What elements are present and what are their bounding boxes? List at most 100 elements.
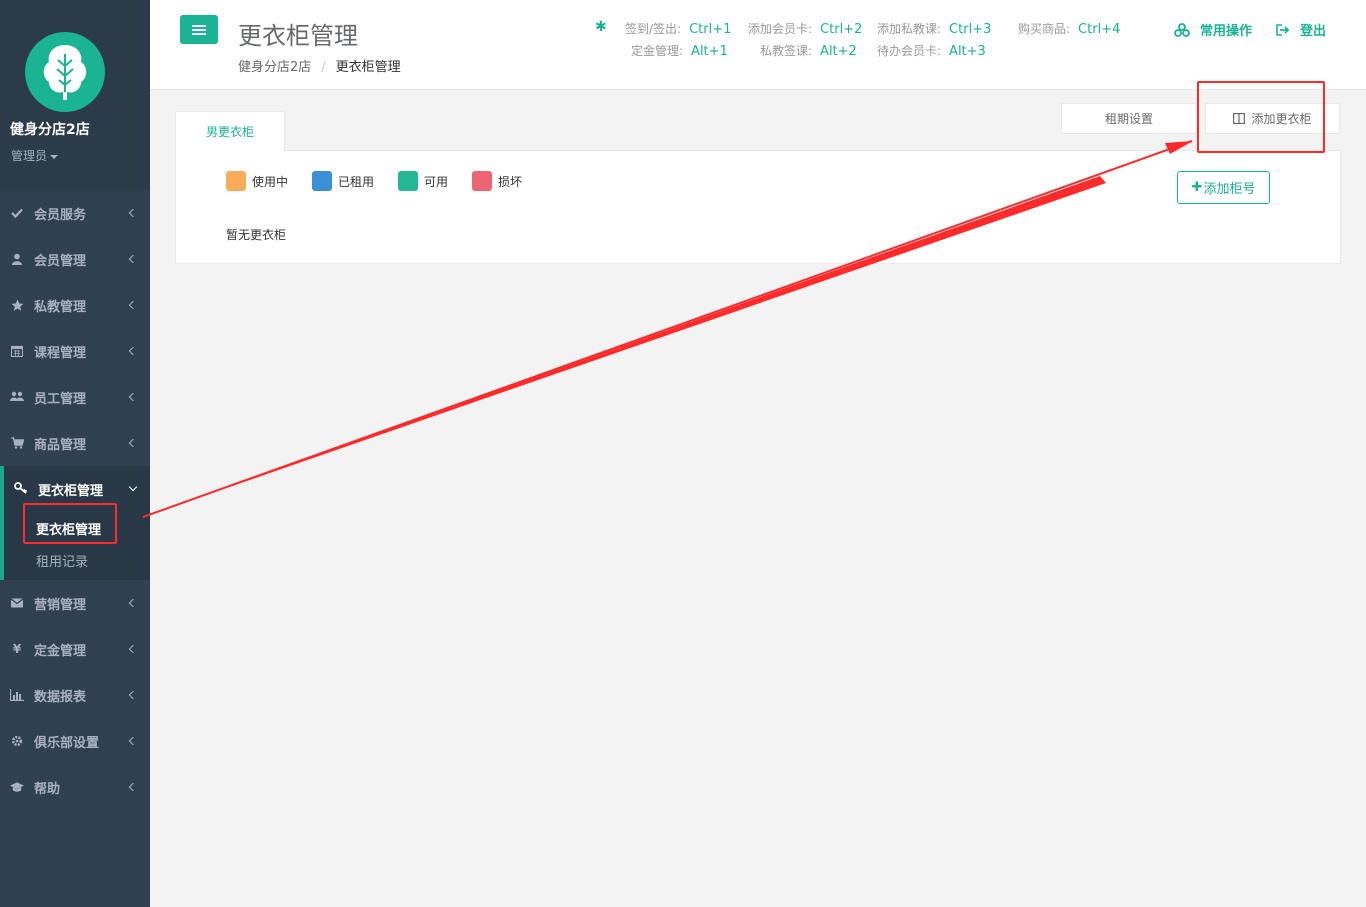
sign-out-icon xyxy=(1276,23,1290,36)
user-icon xyxy=(10,252,24,266)
legend-label: 已租用 xyxy=(338,174,375,189)
sidebar-item-label: 私教管理 xyxy=(34,299,87,315)
top-links: 常用操作 登出 xyxy=(1174,20,1326,39)
legend-label: 损坏 xyxy=(498,174,523,189)
bar-chart-icon xyxy=(10,688,24,702)
sidebar-item-help[interactable]: 帮助 xyxy=(0,764,150,810)
calendar-icon xyxy=(10,344,24,358)
breadcrumb-store[interactable]: 健身分店2店 xyxy=(238,60,311,75)
shortcut-add-private: 添加私教课: Ctrl+3 xyxy=(877,22,992,37)
sidebar-item-locker-head[interactable]: 更衣柜管理 xyxy=(14,466,150,512)
profile-panel: 健身分店2店 管理员 xyxy=(0,0,150,190)
chevron-left-icon xyxy=(128,208,138,218)
cubes-icon xyxy=(1174,22,1190,37)
top-header: 更衣柜管理 健身分店2店 / 更衣柜管理 ✱ 签到/签出: Ctrl+1 添加会员卡:… xyxy=(150,0,1366,90)
caret-down-icon xyxy=(50,154,59,159)
shortcut-private-sign: 私教签课: Alt+2 xyxy=(760,44,857,59)
empty-message: 暂无更衣柜 xyxy=(226,228,287,242)
locker-panel: 使用中 已租用 可用 损坏 ✚ 添加柜号 暂无更衣柜 xyxy=(175,150,1341,264)
role-label: 管理员 xyxy=(11,149,48,163)
sidebar-item-reports[interactable]: 数据报表 xyxy=(0,672,150,718)
sidebar-item-label: 会员管理 xyxy=(34,253,87,269)
cart-icon xyxy=(10,436,24,450)
sidebar-item-member-service[interactable]: 会员服务 xyxy=(0,190,150,236)
gear-icon xyxy=(10,734,24,748)
sidebar-item-private-coach[interactable]: 私教管理 xyxy=(0,282,150,328)
asterisk-icon: ✱ xyxy=(595,19,607,35)
sidebar-item-label: 营销管理 xyxy=(34,597,87,613)
chevron-left-icon xyxy=(128,346,138,356)
yen-icon: ¥ xyxy=(12,642,22,656)
sidebar-item-label: 会员服务 xyxy=(34,207,87,223)
shortcut-pending-card: 待办会员卡: Alt+3 xyxy=(877,44,986,59)
sidebar-item-deposit[interactable]: ¥ 定金管理 xyxy=(0,626,150,672)
shortcut-buy-goods: 购买商品: Ctrl+4 xyxy=(1018,22,1121,37)
logout-link[interactable]: 登出 xyxy=(1276,20,1326,39)
chevron-left-icon xyxy=(128,254,138,264)
shortcut-checkin: 签到/签出: Ctrl+1 xyxy=(625,22,732,37)
sidebar-item-label: 定金管理 xyxy=(34,643,87,659)
shortcut-add-card: 添加会员卡: Ctrl+2 xyxy=(748,22,863,37)
status-legend: 使用中 已租用 可用 损坏 xyxy=(226,171,522,191)
sidebar-item-label: 俱乐部设置 xyxy=(34,735,100,751)
shortcut-deposit: 定金管理: Alt+1 xyxy=(631,44,728,59)
legend-broken: 损坏 xyxy=(472,171,522,191)
sidebar-item-goods-management[interactable]: 商品管理 xyxy=(0,420,150,466)
sidebar-item-label: 课程管理 xyxy=(34,345,87,361)
chevron-left-icon xyxy=(128,736,138,746)
sidebar: 健身分店2店 管理员 会员服务 会员管理 私教管理 课程管理 员工管理 商品管理… xyxy=(0,0,150,907)
breadcrumb: 健身分店2店 / 更衣柜管理 xyxy=(238,56,401,75)
breadcrumb-separator: / xyxy=(321,60,326,75)
role-dropdown[interactable]: 管理员 xyxy=(11,147,59,164)
chevron-left-icon xyxy=(128,392,138,402)
page-title: 更衣柜管理 xyxy=(238,22,358,50)
add-locker-label: 添加更衣柜 xyxy=(1251,112,1312,126)
chevron-left-icon xyxy=(128,438,138,448)
sidebar-item-locker-management: 更衣柜管理 更衣柜管理 租用记录 xyxy=(0,466,150,580)
legend-swatch xyxy=(312,171,333,191)
legend-available: 可用 xyxy=(398,171,448,191)
legend-swatch xyxy=(472,171,493,191)
chevron-left-icon xyxy=(128,644,138,654)
envelope-icon xyxy=(10,596,24,610)
sidebar-item-member-management[interactable]: 会员管理 xyxy=(0,236,150,282)
menu-toggle-button[interactable] xyxy=(180,15,218,44)
plus-icon: ✚ xyxy=(1191,180,1203,195)
common-ops-label: 常用操作 xyxy=(1199,24,1252,39)
chevron-down-icon xyxy=(128,482,138,492)
sidebar-item-staff-management[interactable]: 员工管理 xyxy=(0,374,150,420)
sidebar-item-label: 帮助 xyxy=(34,781,61,797)
lease-settings-button[interactable]: 租期设置 xyxy=(1061,103,1197,134)
sidebar-item-course-management[interactable]: 课程管理 xyxy=(0,328,150,374)
sidebar-item-label: 更衣柜管理 xyxy=(38,483,104,499)
store-name: 健身分店2店 xyxy=(10,122,90,138)
columns-icon xyxy=(1233,113,1246,124)
users-icon xyxy=(10,390,24,404)
hamburger-icon xyxy=(192,24,206,35)
check-icon xyxy=(10,206,24,220)
legend-rented: 已租用 xyxy=(312,171,374,191)
add-locker-number-button[interactable]: ✚ 添加柜号 xyxy=(1177,171,1270,204)
chevron-left-icon xyxy=(128,782,138,792)
sidebar-item-club-settings[interactable]: 俱乐部设置 xyxy=(0,718,150,764)
tree-logo-icon xyxy=(25,32,105,112)
legend-swatch xyxy=(226,171,246,191)
submenu-rental-records[interactable]: 租用记录 xyxy=(14,544,150,576)
logout-label: 登出 xyxy=(1299,24,1326,39)
sidebar-item-label: 商品管理 xyxy=(34,437,87,453)
sidebar-nav: 会员服务 会员管理 私教管理 课程管理 员工管理 商品管理 更衣柜管理 更衣柜管… xyxy=(0,190,150,810)
key-icon xyxy=(14,482,28,496)
tab-male-lockers[interactable]: 男更衣柜 xyxy=(175,111,285,151)
breadcrumb-current: 更衣柜管理 xyxy=(335,60,401,75)
sidebar-item-label: 数据报表 xyxy=(34,689,87,705)
chevron-left-icon xyxy=(128,598,138,608)
submenu-locker-management[interactable]: 更衣柜管理 xyxy=(14,512,150,544)
sidebar-item-marketing[interactable]: 营销管理 xyxy=(0,580,150,626)
legend-in-use: 使用中 xyxy=(226,171,288,191)
legend-label: 使用中 xyxy=(252,174,289,189)
graduation-cap-icon xyxy=(10,780,24,794)
legend-label: 可用 xyxy=(424,174,449,189)
chevron-left-icon xyxy=(128,690,138,700)
add-locker-button[interactable]: 添加更衣柜 xyxy=(1205,103,1340,134)
common-ops-link[interactable]: 常用操作 xyxy=(1174,20,1252,39)
